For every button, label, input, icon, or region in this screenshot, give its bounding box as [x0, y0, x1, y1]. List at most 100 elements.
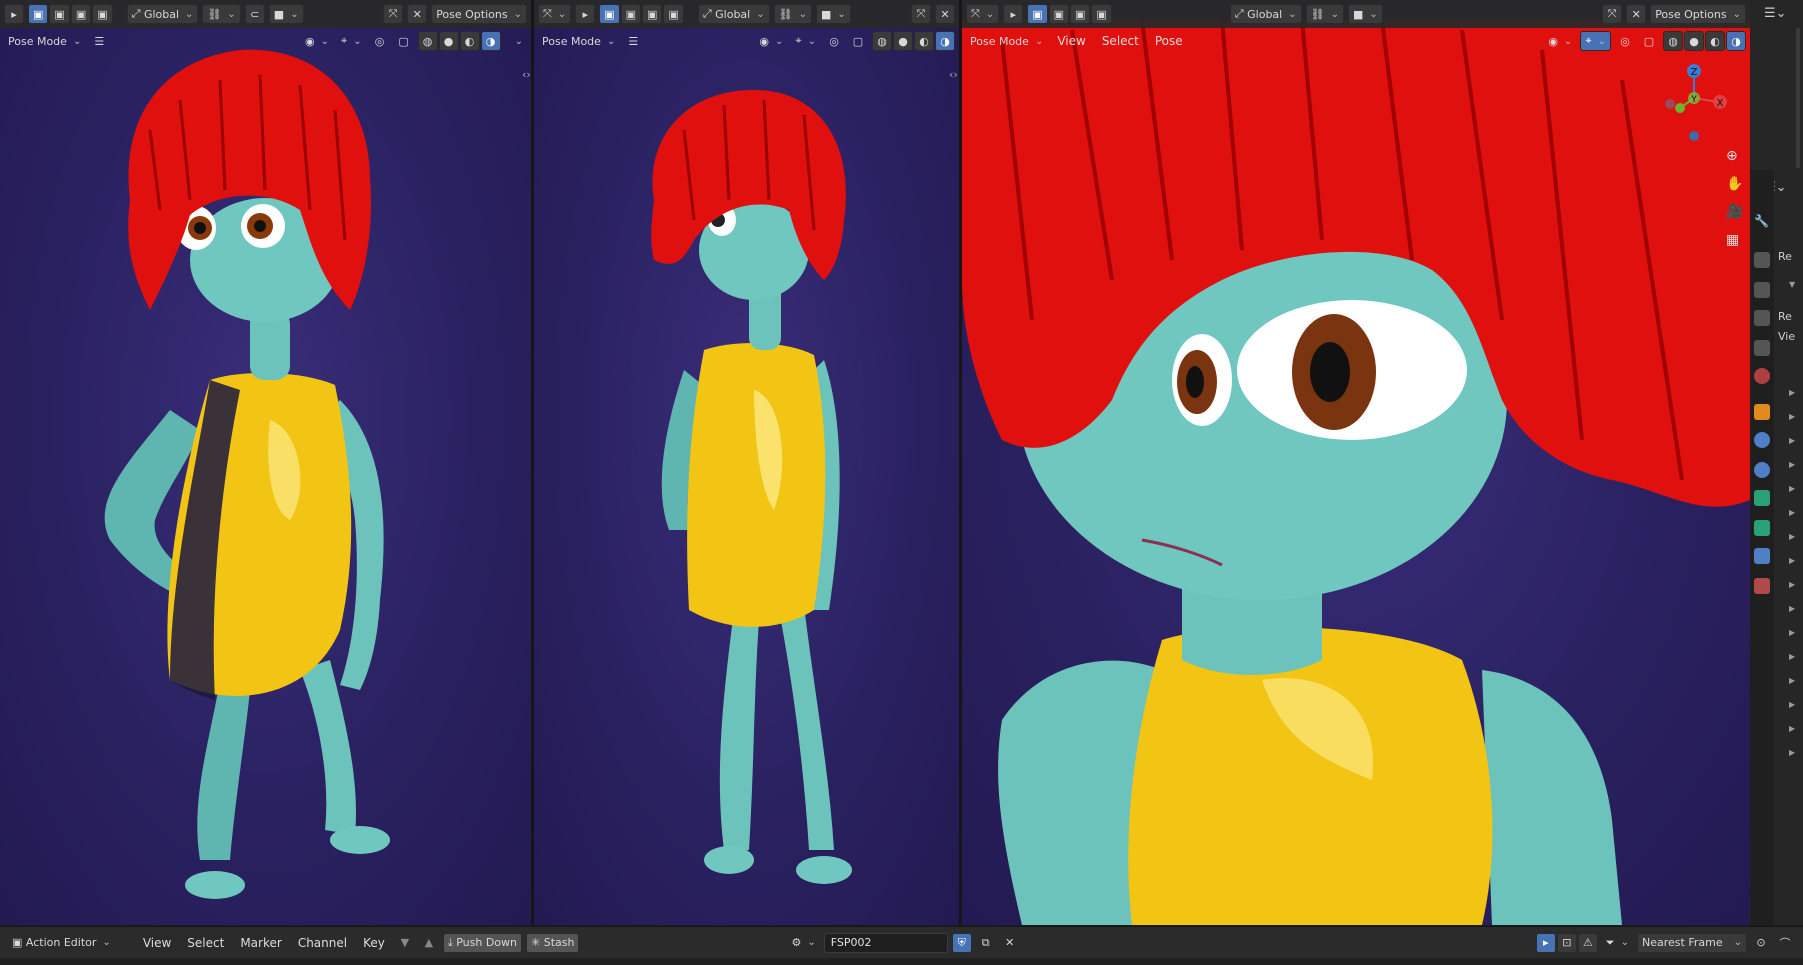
expand-arrow-icon[interactable]: ▶ [1789, 436, 1795, 445]
fake-user-shield-icon[interactable]: ⛨ [951, 932, 972, 953]
select-extend-icon[interactable]: ▣ [1048, 4, 1070, 24]
expand-arrow-icon[interactable]: ▶ [1789, 388, 1795, 397]
action-browse-dropdown[interactable]: ⚙ [787, 933, 819, 953]
select-extend-icon[interactable]: ▣ [49, 4, 70, 24]
filter-icon[interactable]: ⏷ [1602, 933, 1633, 953]
xray-icon[interactable]: ▢ [848, 31, 868, 51]
proportional-edit-dropdown[interactable]: ■ [815, 4, 851, 24]
texture-tab-icon[interactable] [1754, 578, 1770, 594]
close-icon[interactable]: ✕ [407, 4, 428, 24]
transform-affect-icon[interactable]: ⤧ [966, 4, 1000, 24]
viewport-middle[interactable]: ⤧ ▸ ▣ ▣ ▣ ▣ ⤢ Global ⛓ ■ ⤧ ✕ Pose Mode ☰… [534, 0, 959, 925]
object-tab-icon[interactable] [1754, 404, 1770, 420]
menu-marker[interactable]: Marker [234, 933, 287, 953]
visibility-eye-icon[interactable]: ◉ [1544, 31, 1576, 51]
proportional-edit-dropdown[interactable]: ■ [1347, 4, 1383, 24]
close-icon[interactable]: ✕ [1626, 4, 1647, 24]
xray-icon[interactable]: ▢ [1639, 31, 1659, 51]
select-subtract-icon[interactable]: ▣ [70, 4, 92, 24]
wireframe-shading-icon[interactable]: ◍ [872, 31, 892, 51]
unlink-action-icon[interactable]: ✕ [1000, 933, 1020, 953]
shading-options-icon[interactable] [505, 31, 527, 51]
show-errors-icon[interactable]: ⚠ [1577, 932, 1598, 953]
pan-hand-icon[interactable]: ✋ [1726, 176, 1748, 204]
transform-affect-icon[interactable]: ⤧ [538, 4, 572, 24]
select-new-icon[interactable]: ▣ [28, 4, 49, 24]
area-split-icon[interactable]: ‹› [522, 68, 531, 81]
transform-affect-icon[interactable]: ⤧ [1602, 4, 1623, 24]
expand-arrow-icon[interactable]: ▶ [1789, 532, 1795, 541]
xray-icon[interactable]: ▢ [394, 31, 414, 51]
rendered-shading-icon[interactable]: ◑ [480, 31, 501, 51]
hamburger-menu-icon[interactable]: ☰ [89, 31, 109, 51]
gizmo-icon[interactable]: ⌖ [337, 31, 366, 51]
solid-shading-icon[interactable]: ● [893, 31, 913, 51]
layer-up-icon[interactable]: ▲ [419, 933, 439, 953]
wireframe-shading-icon[interactable]: ◍ [1663, 31, 1683, 51]
proportional-editing-icon[interactable]: ⊙ [1751, 933, 1771, 953]
menu-channel[interactable]: Channel [292, 933, 353, 953]
expand-arrow-icon[interactable]: ▶ [1789, 460, 1795, 469]
viewport-right[interactable]: ⤧ ▸ ▣ ▣ ▣ ▣ ⤢ Global ⛓ ■ ⤧ ✕ Pose Option… [962, 0, 1750, 925]
mode-dropdown[interactable]: Pose Mode [538, 31, 619, 51]
menu-select[interactable]: Select [181, 933, 230, 953]
action-name-field[interactable]: FSP002 [823, 932, 948, 953]
select-subtract-icon[interactable]: ▣ [642, 4, 663, 24]
expand-arrow-icon[interactable]: ▶ [1789, 508, 1795, 517]
tool-select-icon[interactable]: ▸ [575, 4, 596, 24]
menu-view[interactable]: View [1051, 31, 1091, 51]
visibility-eye-icon[interactable]: ◉ [755, 31, 787, 51]
select-new-icon[interactable]: ▣ [599, 4, 620, 24]
overlays-icon[interactable]: ◎ [824, 31, 844, 51]
pivot-point-dropdown[interactable]: ⛓ [202, 4, 241, 24]
select-new-icon[interactable]: ▣ [1027, 4, 1048, 24]
proportional-edit-dropdown[interactable]: ■ [268, 4, 304, 24]
expand-arrow-icon[interactable]: ▶ [1789, 724, 1795, 733]
viewport-left[interactable]: ▸ ▣ ▣ ▣ ▣ ⤢ Global ⛓ ⊂ ■ ⤧ ✕ Pose Option… [0, 0, 531, 925]
material-shading-icon[interactable]: ◐ [1705, 31, 1725, 51]
snapping-dropdown[interactable]: Nearest Frame [1637, 932, 1747, 953]
material-shading-icon[interactable]: ◐ [914, 31, 934, 51]
rendered-shading-icon[interactable]: ◑ [1726, 31, 1746, 51]
expand-arrow-icon[interactable]: ▶ [1789, 700, 1795, 709]
show-hidden-icon[interactable]: ⊡ [1556, 932, 1577, 953]
transform-orientation-dropdown[interactable]: ⤢ Global [126, 4, 199, 24]
expand-arrow-icon[interactable]: ▶ [1789, 556, 1795, 565]
falloff-curve-icon[interactable]: ⌒ [1775, 933, 1795, 953]
visibility-eye-icon[interactable]: ◉ [301, 31, 333, 51]
push-down-button[interactable]: ⤓ Push Down [442, 932, 522, 953]
overlays-icon[interactable]: ◎ [1615, 31, 1635, 51]
tool-select-icon[interactable]: ▸ [4, 4, 24, 24]
transform-affect-icon[interactable]: ⤧ [911, 4, 931, 24]
transform-orientation-dropdown[interactable]: ⤢ Global [1229, 4, 1302, 24]
solid-shading-icon[interactable]: ● [1684, 31, 1704, 51]
menu-pose[interactable]: Pose [1149, 31, 1189, 51]
rendered-shading-icon[interactable]: ◑ [935, 31, 955, 51]
select-extend-icon[interactable]: ▣ [620, 4, 642, 24]
bone-constraint-tab-icon[interactable] [1754, 548, 1770, 564]
solid-shading-icon[interactable]: ● [438, 31, 459, 51]
select-invert-icon[interactable]: ▣ [1091, 4, 1112, 24]
only-selected-icon[interactable]: ▸ [1535, 932, 1556, 953]
menu-select[interactable]: Select [1096, 31, 1145, 51]
wireframe-shading-icon[interactable]: ◍ [417, 31, 438, 51]
world-tab-icon[interactable] [1754, 368, 1770, 384]
pivot-point-dropdown[interactable]: ⛓ [1305, 4, 1344, 24]
editor-type-dropdown[interactable]: ▣ Action Editor [8, 933, 115, 953]
expand-arrow-icon[interactable]: ▶ [1789, 604, 1795, 613]
navigation-gizmo[interactable]: Z Y X [1660, 62, 1730, 148]
output-tab-icon[interactable] [1754, 282, 1770, 298]
camera-view-icon[interactable]: 🎥 [1726, 204, 1748, 232]
zoom-icon[interactable]: ⊕ [1726, 148, 1748, 176]
expand-arrow-icon[interactable]: ▶ [1789, 628, 1795, 637]
gizmo-icon[interactable]: ⌖ [791, 31, 820, 51]
select-invert-icon[interactable]: ▣ [92, 4, 113, 24]
material-shading-icon[interactable]: ◐ [459, 31, 480, 51]
expand-arrow-icon[interactable]: ▶ [1789, 412, 1795, 421]
mode-dropdown[interactable]: Pose Mode [966, 31, 1047, 51]
area-split-icon[interactable]: ‹› [949, 68, 958, 81]
physics-tab-icon[interactable] [1754, 462, 1770, 478]
expand-arrow-icon[interactable]: ▶ [1789, 652, 1795, 661]
mode-dropdown[interactable]: Pose Mode [4, 31, 85, 51]
render-tab-icon[interactable] [1754, 252, 1770, 268]
